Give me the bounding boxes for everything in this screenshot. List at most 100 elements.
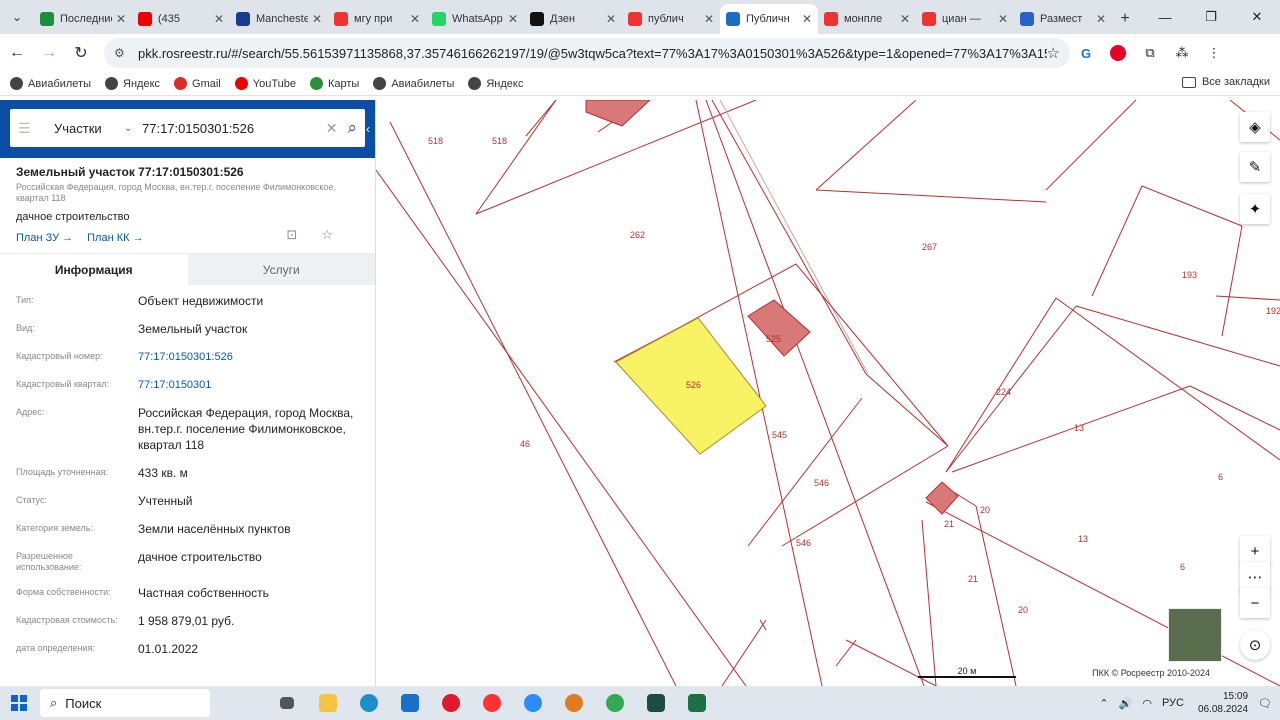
close-tab-icon[interactable]: ✕: [900, 12, 910, 26]
bookmark-item[interactable]: Авиабилеты: [10, 77, 91, 90]
wifi-icon[interactable]: ◠: [1142, 697, 1152, 710]
close-tab-icon[interactable]: ✕: [312, 12, 322, 26]
tab-information[interactable]: Информация: [0, 254, 188, 285]
taskbar-search[interactable]: ⌕ Поиск: [40, 689, 210, 717]
back-icon[interactable]: ←: [2, 38, 32, 68]
close-tab-icon[interactable]: ✕: [998, 12, 1008, 26]
close-tab-icon[interactable]: ✕: [116, 12, 126, 26]
ruler-icon[interactable]: ✎: [1240, 152, 1270, 182]
close-tab-icon[interactable]: ✕: [704, 12, 714, 26]
clock[interactable]: 15:09 06.08.2024: [1198, 690, 1248, 716]
layers-icon[interactable]: ◈: [1240, 112, 1270, 142]
bookmark-item[interactable]: Gmail: [174, 77, 221, 90]
url-text[interactable]: pkk.rosreestr.ru/#/search/55.56153971135…: [138, 46, 1047, 61]
browser-tab[interactable]: Дзен ✕: [524, 4, 622, 34]
language-indicator[interactable]: РУС: [1162, 697, 1184, 709]
close-tab-icon[interactable]: ✕: [410, 12, 420, 26]
parcel-label: 13: [1078, 534, 1088, 544]
volume-icon[interactable]: 🔊: [1119, 697, 1133, 710]
site-info-icon[interactable]: ⚙: [114, 46, 132, 60]
browser-tab[interactable]: WhatsApp ✕: [426, 4, 524, 34]
notifications-icon[interactable]: 🗨: [1258, 697, 1272, 710]
tab-search-chevron-icon[interactable]: ⌄: [0, 0, 34, 34]
chrome-icon[interactable]: [594, 688, 635, 718]
browser-tab[interactable]: Manchester ✕: [230, 4, 328, 34]
excel-icon[interactable]: [676, 688, 717, 718]
zoom-out-icon[interactable]: −: [1240, 588, 1270, 618]
browser-tab[interactable]: публич ✕: [622, 4, 720, 34]
yandex-browser-icon[interactable]: [471, 688, 512, 718]
folder-icon: [1181, 76, 1196, 88]
locate-icon[interactable]: ✦: [1240, 194, 1270, 224]
chevron-down-icon[interactable]: ⌄: [124, 123, 142, 134]
bookmark-item[interactable]: Яндекс: [105, 77, 160, 90]
forward-icon[interactable]: →: [34, 38, 64, 68]
windows-start-icon[interactable]: [0, 695, 38, 711]
task-view-icon[interactable]: [266, 688, 307, 718]
minimize-icon[interactable]: —: [1142, 0, 1188, 34]
close-tab-icon[interactable]: ✕: [1096, 12, 1106, 26]
info-row: дата определения: 01.01.2022: [0, 635, 375, 663]
new-tab-button[interactable]: +: [1112, 4, 1138, 34]
cadastral-map[interactable]: 518 518 262 267 193 192 525 526 545 546 546 46 224 13…: [376, 100, 1280, 686]
plan-zu-link[interactable]: План ЗУ →: [16, 232, 73, 244]
address-bar[interactable]: ⚙ pkk.rosreestr.ru/#/search/55.561539711…: [104, 38, 1070, 68]
browser-tab[interactable]: монпле ✕: [818, 4, 916, 34]
bookmark-item[interactable]: Карты: [309, 77, 359, 90]
map-canvas[interactable]: 518 518 262 267 193 192 525 526 545 546 546 46 224 13…: [376, 100, 1280, 686]
all-bookmarks[interactable]: Все закладки: [1181, 76, 1270, 88]
info-tabs: Информация Услуги: [0, 253, 375, 285]
menu-kebab-icon[interactable]: ⋮: [1198, 38, 1230, 68]
bookmark-item[interactable]: Яндекс: [468, 77, 523, 90]
close-tab-icon[interactable]: ✕: [214, 12, 224, 26]
maximize-icon[interactable]: ❐: [1188, 0, 1234, 34]
reload-icon[interactable]: ↻: [66, 38, 96, 68]
plan-kk-link[interactable]: План КК →: [87, 232, 143, 244]
search-icon[interactable]: ⌕: [347, 118, 357, 138]
opera-icon[interactable]: [430, 688, 471, 718]
extensions-puzzle-icon[interactable]: ⧉: [1134, 38, 1166, 68]
browser-tab[interactable]: Размест ✕: [1014, 4, 1112, 34]
bookmark-item[interactable]: Авиабилеты: [373, 77, 454, 90]
browser-tab[interactable]: Последние ✕: [34, 4, 132, 34]
tab-services[interactable]: Услуги: [187, 254, 375, 285]
field-value[interactable]: 77:17:0150301: [138, 377, 375, 393]
collapse-panel-icon[interactable]: ‹: [361, 100, 375, 158]
browser-tab[interactable]: (435 ✕: [132, 4, 230, 34]
search-input[interactable]: 77:17:0150301:526: [142, 121, 326, 136]
dzen-app-icon[interactable]: [635, 688, 676, 718]
basemap-thumbnail[interactable]: [1168, 608, 1222, 662]
app-icon[interactable]: [553, 688, 594, 718]
pinterest-extension-icon[interactable]: [1102, 38, 1134, 68]
browser-tab[interactable]: мгу при ✕: [328, 4, 426, 34]
parcel-label: 6: [1218, 472, 1223, 482]
field-value[interactable]: 77:17:0150301:526: [138, 349, 375, 365]
tab-title: Manchester: [256, 13, 308, 25]
translate-extension-icon[interactable]: G: [1070, 38, 1102, 68]
tab-title: Публичн: [746, 13, 790, 25]
chevron-up-icon[interactable]: ⌃: [1099, 697, 1108, 710]
bookmark-item[interactable]: YouTube: [234, 77, 296, 90]
search-type-select[interactable]: Участки: [54, 121, 124, 136]
edge-icon[interactable]: [348, 688, 389, 718]
file-explorer-icon[interactable]: [307, 688, 348, 718]
browser-tab[interactable]: Публичн ✕: [720, 4, 818, 34]
close-tab-icon[interactable]: ✕: [606, 12, 616, 26]
info-row: Адрес: Российская Федерация, город Москва…: [0, 399, 375, 459]
zoom-to-object-icon[interactable]: ⊡: [286, 227, 307, 242]
browser-tab[interactable]: циан — ✕: [916, 4, 1014, 34]
hamburger-icon[interactable]: ☰: [18, 120, 38, 137]
zoom-icon[interactable]: [512, 688, 553, 718]
compass-icon[interactable]: ⊙: [1240, 630, 1270, 660]
close-tab-icon[interactable]: ✕: [508, 12, 518, 26]
info-row: Кадастровый номер: 77:17:0150301:526: [0, 343, 375, 371]
profile-icon[interactable]: ⁂: [1166, 38, 1198, 68]
mail-icon[interactable]: [389, 688, 430, 718]
close-tab-icon[interactable]: ✕: [802, 12, 812, 26]
info-row: Вид: Земельный участок: [0, 315, 375, 343]
close-window-icon[interactable]: ✕: [1234, 0, 1280, 34]
parcel-label: 193: [1182, 270, 1197, 280]
clear-icon[interactable]: ✕: [326, 120, 338, 137]
bookmark-star-icon[interactable]: ☆: [1047, 44, 1060, 62]
favorite-star-icon[interactable]: ☆: [321, 227, 343, 242]
